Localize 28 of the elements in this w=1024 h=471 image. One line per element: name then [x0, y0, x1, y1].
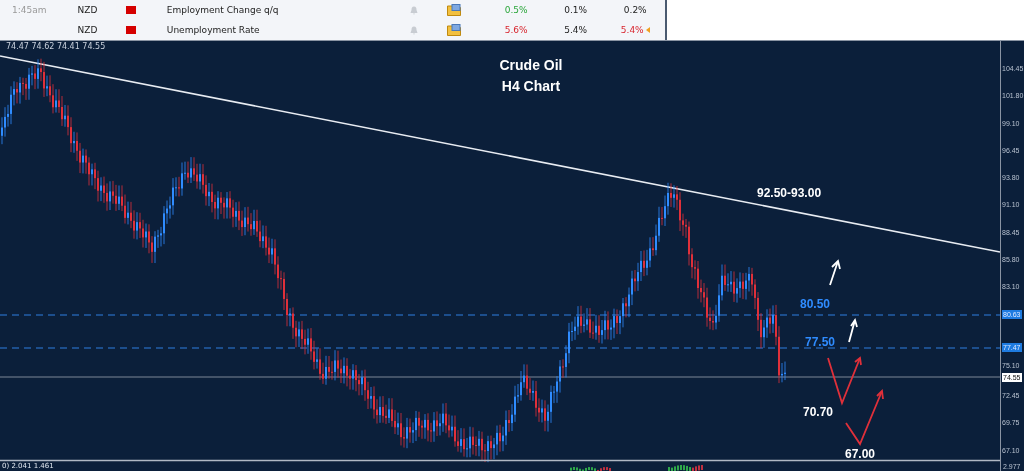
price-annotation: 77.50 [805, 335, 836, 349]
actual-value: 5.6% [503, 25, 529, 35]
currency-code: NZD [77, 5, 99, 15]
chart-title: H4 Chart [500, 77, 562, 96]
arrow [848, 317, 858, 343]
event-time: 1:45am [11, 5, 48, 15]
price-annotation: 92.50-93.00 [757, 186, 822, 200]
revised-marker-icon [645, 27, 650, 33]
arrow [829, 259, 841, 286]
arrow [827, 356, 862, 406]
impact-flag-icon [126, 6, 137, 14]
chart-title: Crude Oil [498, 56, 564, 75]
event-name[interactable]: Employment Change q/q [166, 5, 410, 15]
ohlc-readout: 74.47 74.62 74.41 74.55 [6, 42, 106, 51]
price-annotation: 70.70 [803, 405, 834, 419]
folder-icon[interactable] [446, 4, 461, 16]
event-name[interactable]: Unemployment Rate [166, 25, 410, 35]
actual-value: 0.5% [503, 5, 529, 15]
price-annotation: 67.00 [845, 447, 876, 461]
price-annotation: 80.50 [800, 297, 831, 311]
forecast-value: 0.1% [563, 5, 589, 15]
previous-value: 0.2% [623, 5, 647, 15]
forecast-value: 5.4% [563, 25, 589, 35]
impact-flag-icon [126, 26, 137, 34]
currency-code: NZD [77, 25, 99, 35]
previous-value: 5.4% [620, 25, 644, 35]
arrow [845, 389, 884, 446]
folder-icon[interactable] [446, 24, 461, 36]
